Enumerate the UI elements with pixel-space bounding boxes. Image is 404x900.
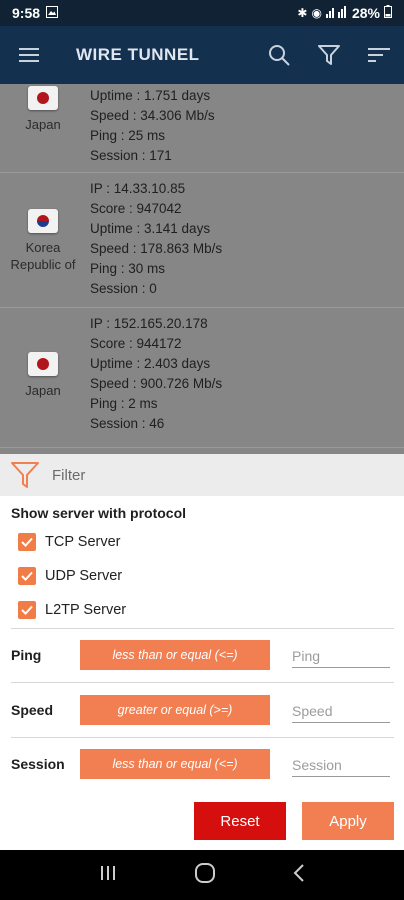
home-icon bbox=[195, 862, 215, 883]
server-item[interactable]: Japan IP : 152.165.20.178 Score : 944172… bbox=[0, 308, 404, 448]
ping-filter-label: Ping bbox=[11, 647, 42, 663]
filter-button[interactable] bbox=[304, 26, 354, 84]
server-uptime: Uptime : 1.751 days bbox=[90, 88, 211, 103]
session-operator-button[interactable]: less than or equal (<=) bbox=[80, 749, 270, 779]
menu-button[interactable] bbox=[0, 26, 58, 84]
signal-icon bbox=[325, 5, 348, 21]
checkbox-checked-icon bbox=[18, 601, 36, 619]
filter-icon bbox=[11, 462, 39, 488]
ping-operator-button[interactable]: less than or equal (<=) bbox=[80, 640, 270, 670]
reset-button[interactable]: Reset bbox=[194, 802, 286, 840]
divider bbox=[11, 737, 394, 738]
server-info: Uptime : 1.751 days Speed : 34.306 Mb/s … bbox=[90, 86, 215, 166]
server-speed: Speed : 34.306 Mb/s bbox=[90, 108, 215, 123]
hotspot-icon: ◉ bbox=[311, 6, 322, 20]
udp-server-checkbox[interactable]: UDP Server bbox=[18, 559, 404, 593]
tcp-server-checkbox[interactable]: TCP Server bbox=[18, 525, 404, 559]
server-ip: IP : 152.165.20.178 bbox=[90, 316, 208, 331]
status-bar: 9:58 ✱ ◉ 28% bbox=[0, 0, 404, 26]
checkbox-label: UDP Server bbox=[45, 568, 123, 584]
filter-icon bbox=[318, 45, 340, 65]
ping-input[interactable]: Ping bbox=[292, 642, 390, 668]
japan-flag-icon bbox=[28, 86, 58, 110]
server-info: IP : 152.165.20.178 Score : 944172 Uptim… bbox=[90, 314, 222, 434]
speed-input[interactable]: Speed bbox=[292, 697, 390, 723]
recents-button[interactable] bbox=[98, 864, 118, 887]
menu-icon bbox=[19, 48, 39, 62]
server-ping: Ping : 2 ms bbox=[90, 396, 158, 411]
speed-filter-label: Speed bbox=[11, 702, 54, 718]
server-uptime: Uptime : 2.403 days bbox=[90, 356, 211, 371]
speed-operator-button[interactable]: greater or equal (>=) bbox=[80, 695, 270, 725]
server-list: Japan Uptime : 1.751 days Speed : 34.306… bbox=[0, 84, 404, 454]
gallery-notification-icon bbox=[46, 5, 59, 21]
checkbox-checked-icon bbox=[18, 533, 36, 551]
l2tp-server-checkbox[interactable]: L2TP Server bbox=[18, 593, 404, 627]
filter-sheet: Filter Show server with protocol TCP Ser… bbox=[0, 454, 404, 850]
session-filter-row: Session less than or equal (<=) Session bbox=[0, 744, 404, 784]
battery-level: 28% bbox=[351, 5, 380, 21]
speed-filter-row: Speed greater or equal (>=) Speed bbox=[0, 690, 404, 730]
checkbox-label: TCP Server bbox=[45, 534, 121, 550]
search-button[interactable] bbox=[254, 26, 304, 84]
server-item[interactable]: Korea Republic of IP : 14.33.10.85 Score… bbox=[0, 173, 404, 308]
home-button[interactable] bbox=[194, 862, 216, 889]
divider bbox=[11, 628, 394, 629]
server-score: Score : 947042 bbox=[90, 201, 182, 216]
server-session: Session : 171 bbox=[90, 148, 172, 163]
filter-title: Filter bbox=[52, 466, 86, 484]
server-ping: Ping : 25 ms bbox=[90, 128, 166, 143]
session-input[interactable]: Session bbox=[292, 751, 390, 777]
server-info: IP : 14.33.10.85 Score : 947042 Uptime :… bbox=[90, 179, 222, 299]
server-country: Japan bbox=[0, 86, 86, 133]
server-uptime: Uptime : 3.141 days bbox=[90, 221, 211, 236]
back-button[interactable] bbox=[292, 863, 306, 888]
sort-button[interactable] bbox=[354, 26, 404, 84]
server-speed: Speed : 178.863 Mb/s bbox=[90, 241, 223, 256]
server-session: Session : 0 bbox=[90, 281, 157, 296]
filter-header: Filter bbox=[0, 454, 404, 496]
server-country: Japan bbox=[0, 352, 86, 399]
apply-button[interactable]: Apply bbox=[302, 802, 394, 840]
server-speed: Speed : 900.726 Mb/s bbox=[90, 376, 223, 391]
recents-icon bbox=[101, 865, 115, 880]
session-filter-label: Session bbox=[11, 756, 65, 772]
search-icon bbox=[269, 45, 290, 66]
server-item[interactable]: Japan Uptime : 1.751 days Speed : 34.306… bbox=[0, 84, 404, 173]
server-ip: IP : 14.33.10.85 bbox=[90, 181, 186, 196]
korea-flag-icon bbox=[28, 209, 58, 233]
protocol-section-title: Show server with protocol bbox=[11, 505, 187, 521]
bluetooth-icon: ✱ bbox=[297, 6, 308, 20]
app-title: WIRE TUNNEL bbox=[76, 45, 200, 64]
server-score: Score : 944172 bbox=[90, 336, 182, 351]
japan-flag-icon bbox=[28, 352, 58, 376]
back-icon bbox=[293, 863, 304, 882]
server-session: Session : 46 bbox=[90, 416, 165, 431]
sort-icon bbox=[368, 48, 390, 62]
system-navigation-bar bbox=[0, 850, 404, 900]
battery-icon bbox=[384, 5, 392, 21]
checkbox-checked-icon bbox=[18, 567, 36, 585]
server-country: Korea Republic of bbox=[0, 209, 86, 273]
divider bbox=[11, 682, 394, 683]
status-time: 9:58 bbox=[12, 5, 41, 21]
checkbox-label: L2TP Server bbox=[45, 602, 127, 618]
server-ping: Ping : 30 ms bbox=[90, 261, 166, 276]
ping-filter-row: Ping less than or equal (<=) Ping bbox=[0, 635, 404, 675]
app-bar: WIRE TUNNEL bbox=[0, 26, 404, 84]
